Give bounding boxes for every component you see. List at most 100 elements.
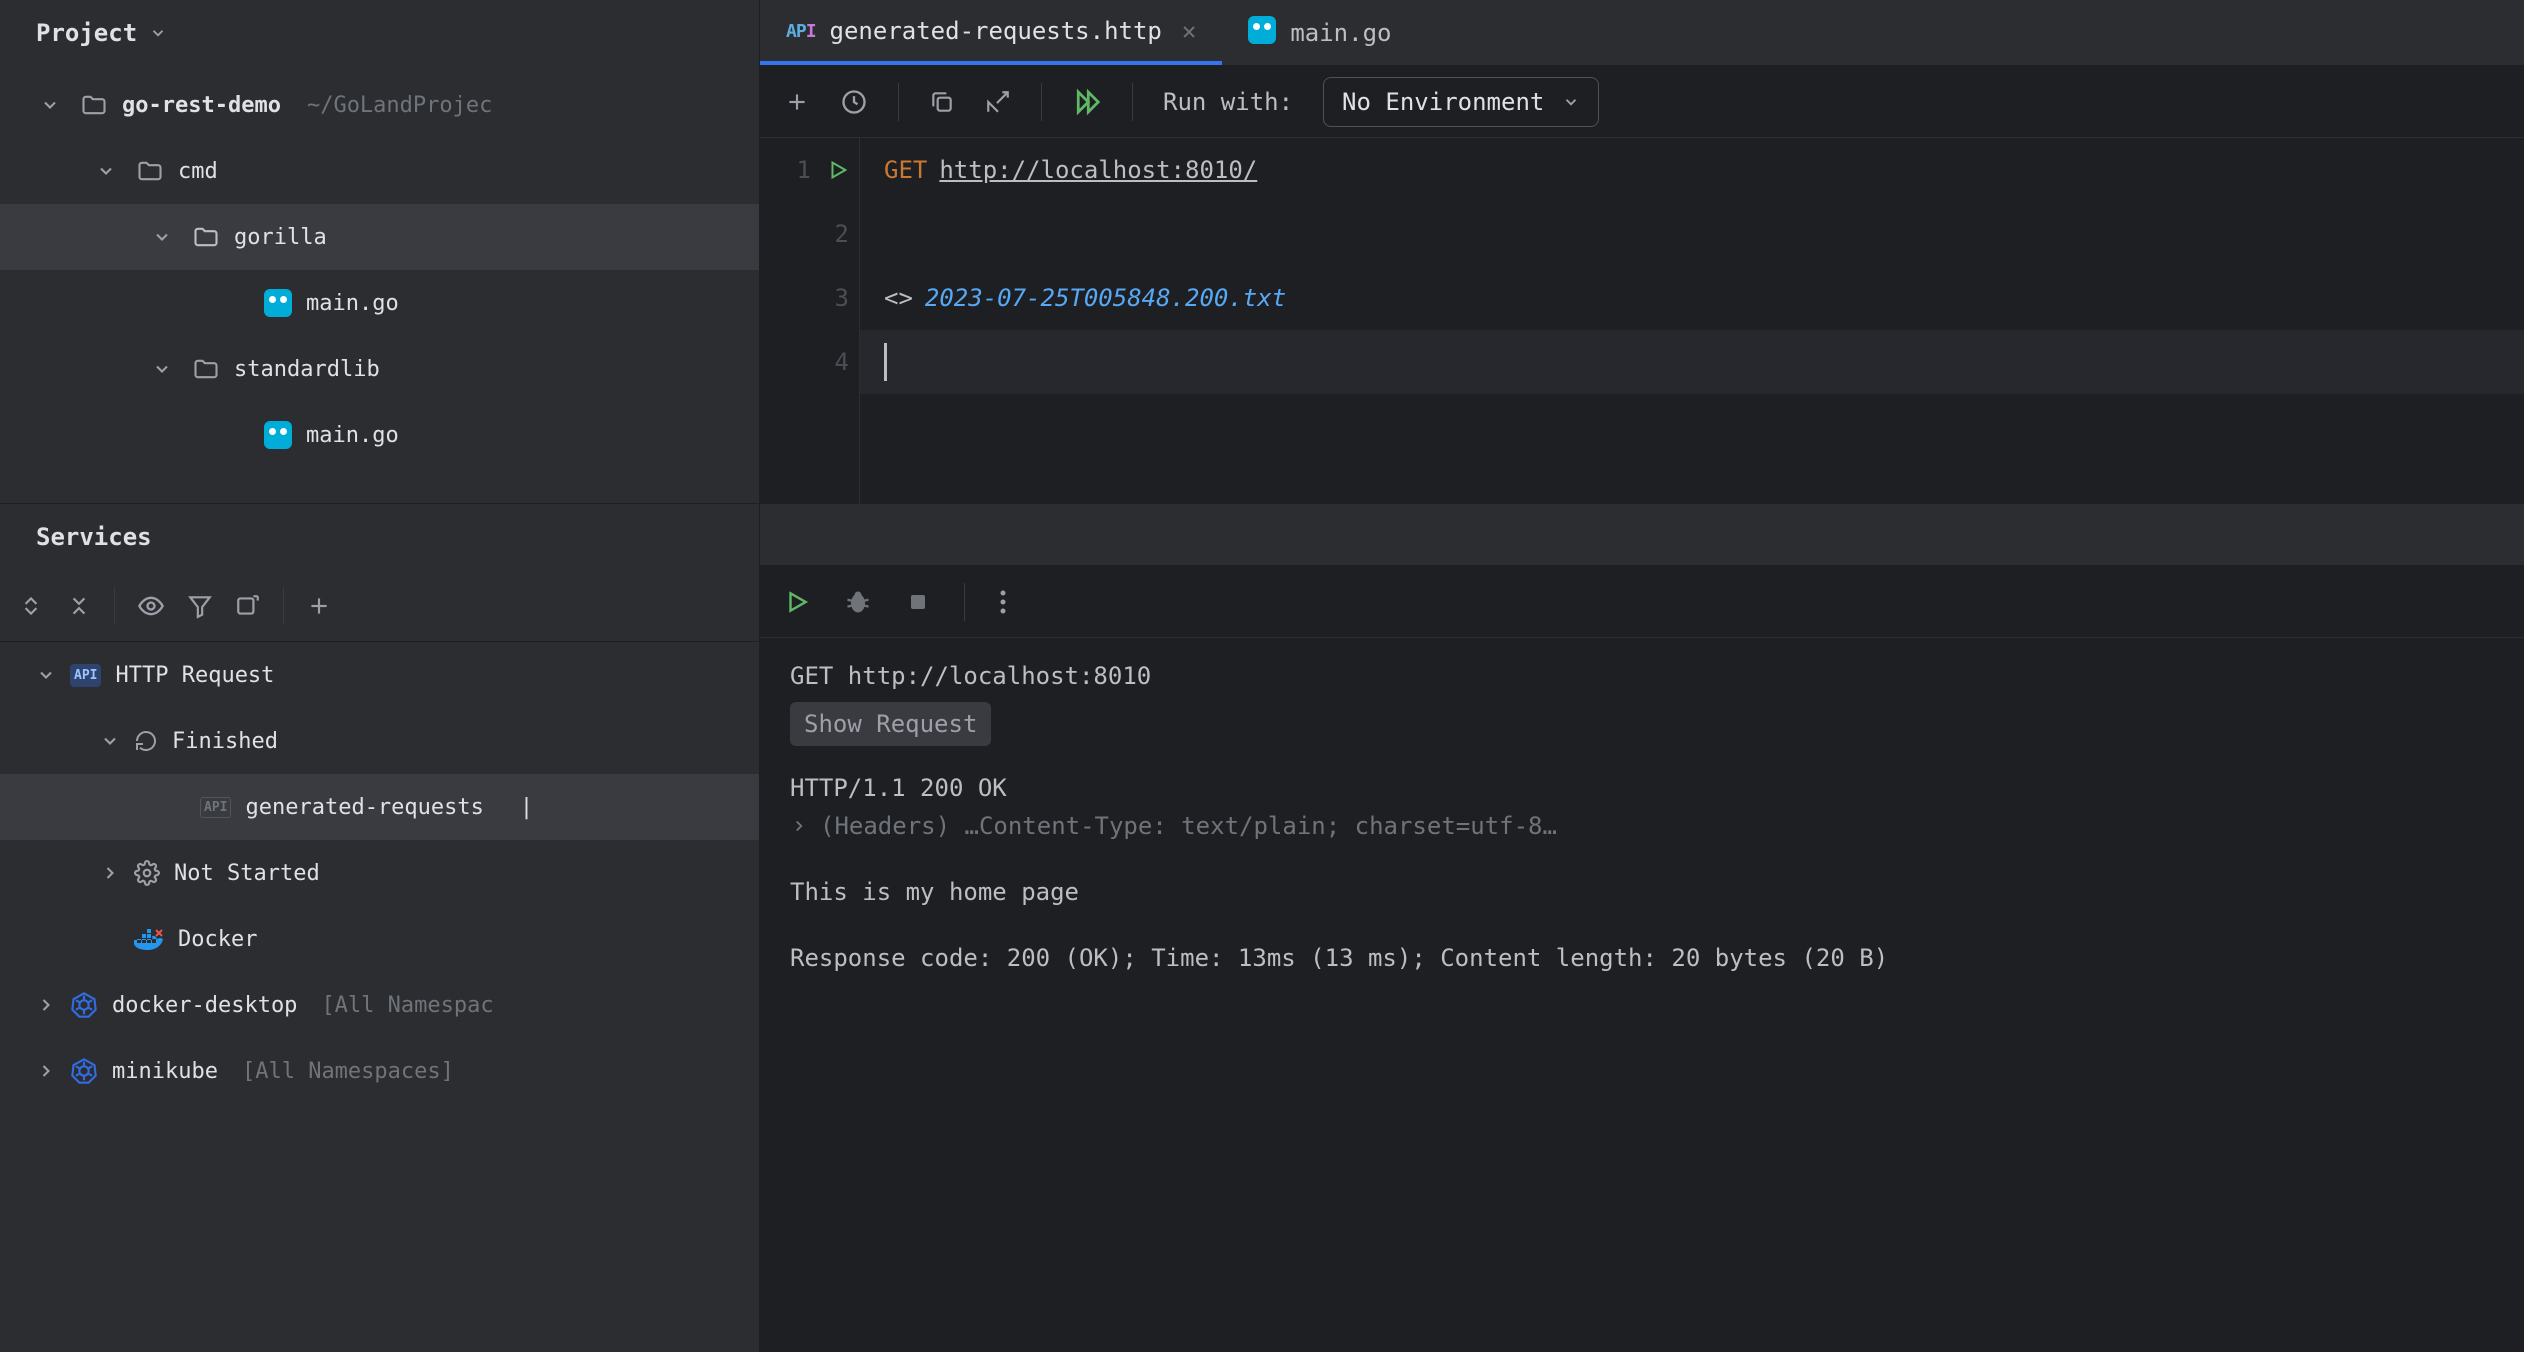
tree-label: gorilla (234, 225, 327, 250)
services-panel-header[interactable]: Services (0, 504, 759, 570)
response-status-line: HTTP/1.1 200 OK (790, 770, 2494, 806)
code-line-current[interactable] (860, 330, 2524, 394)
project-tree: go-rest-demo ~/GoLandProjec cmd gorilla … (0, 66, 759, 474)
chevron-right-icon (100, 863, 120, 883)
code-line[interactable] (860, 202, 2524, 266)
response-headers-line[interactable]: (Headers) …Content-Type: text/plain; cha… (790, 808, 2494, 844)
line-number: 4 (835, 348, 849, 376)
chevron-down-icon (40, 95, 66, 115)
services-panel-title: Services (36, 523, 152, 551)
tree-row-cmd[interactable]: cmd (0, 138, 759, 204)
go-file-icon (1248, 16, 1276, 50)
api-file-icon: API (786, 21, 816, 42)
close-icon[interactable]: ✕ (1182, 17, 1196, 45)
tab-label: main.go (1290, 19, 1391, 47)
svc-docker-desktop[interactable]: docker-desktop [All Namespac (0, 972, 759, 1038)
svc-generated-requests[interactable]: API generated-requests | (0, 774, 759, 840)
tab-generated-requests[interactable]: API generated-requests.http ✕ (760, 1, 1222, 65)
svc-label: HTTP Request (115, 663, 274, 688)
environment-select[interactable]: No Environment (1323, 77, 1599, 127)
copy-icon[interactable] (929, 89, 955, 115)
code-line[interactable]: GET http://localhost:8010/ (860, 138, 2524, 202)
code-lines: GET http://localhost:8010/ <> 2023-07-25… (860, 138, 2524, 504)
svc-docker[interactable]: Docker (0, 906, 759, 972)
project-panel-title: Project (36, 19, 137, 47)
show-request-button[interactable]: Show Request (790, 702, 991, 746)
chevron-down-icon (152, 227, 178, 247)
rerun-icon[interactable] (784, 589, 810, 615)
response-toolbar (760, 566, 2524, 638)
separator (898, 83, 899, 121)
environment-label: No Environment (1342, 88, 1544, 116)
response-body[interactable]: GET http://localhost:8010 Show Request H… (760, 638, 2524, 1352)
response-panel: GET http://localhost:8010 Show Request H… (760, 504, 2524, 1352)
editor-panel: API generated-requests.http ✕ main.go (760, 0, 2524, 504)
svc-finished[interactable]: Finished (0, 708, 759, 774)
tree-row-gorilla[interactable]: gorilla (0, 204, 759, 270)
chevron-right-icon (790, 817, 808, 835)
line-number: 1 (797, 156, 811, 184)
text-caret (884, 343, 887, 381)
tree-path-hint: ~/GoLandProjec (307, 93, 492, 118)
more-icon[interactable] (999, 588, 1007, 616)
add-service-icon[interactable] (306, 593, 332, 619)
svc-label: Finished (172, 729, 278, 754)
gear-icon (134, 860, 160, 886)
chevron-down-icon (36, 665, 56, 685)
tree-row-root[interactable]: go-rest-demo ~/GoLandProjec (0, 72, 759, 138)
response-request-line: GET http://localhost:8010 (790, 658, 2494, 694)
separator (114, 587, 115, 625)
line-number: 2 (835, 220, 849, 248)
project-panel-header[interactable]: Project (0, 0, 759, 66)
show-hidden-icon[interactable] (137, 592, 165, 620)
tree-row-gorilla-main[interactable]: main.go (0, 270, 759, 336)
selection-cursor: | (520, 795, 533, 820)
tree-label: cmd (178, 159, 218, 184)
separator (964, 583, 965, 621)
debug-icon[interactable] (844, 588, 872, 616)
editor-tabs: API generated-requests.http ✕ main.go (760, 0, 2524, 66)
folder-icon (190, 355, 222, 383)
add-icon[interactable] (784, 89, 810, 115)
svc-minikube[interactable]: minikube [All Namespaces] (0, 1038, 759, 1104)
response-summary: Response code: 200 (OK); Time: 13ms (13 … (790, 940, 2494, 976)
refresh-icon (134, 729, 158, 753)
response-filename: 2023-07-25T005848.200.txt (925, 284, 1286, 312)
response-marker: <> (884, 284, 913, 312)
run-all-icon[interactable] (1072, 87, 1102, 117)
svc-label: minikube (112, 1059, 218, 1084)
collapse-all-icon[interactable] (66, 593, 92, 619)
svc-label: Docker (178, 927, 257, 952)
history-icon[interactable] (840, 88, 868, 116)
run-with-label: Run with: (1163, 88, 1293, 116)
stop-icon[interactable] (906, 590, 930, 614)
gutter: 1 2 3 4 (760, 138, 860, 504)
chevron-right-icon (36, 1061, 56, 1081)
go-file-icon (262, 421, 294, 449)
folder-icon (78, 91, 110, 119)
tree-row-standardlib-main[interactable]: main.go (0, 402, 759, 468)
services-toolbar (0, 570, 759, 642)
svc-label: generated-requests (245, 795, 483, 820)
api-icon: API (70, 664, 101, 687)
tab-main-go[interactable]: main.go (1222, 1, 1417, 65)
tab-label: generated-requests.http (830, 17, 1162, 45)
tree-row-standardlib[interactable]: standardlib (0, 336, 759, 402)
svc-hint: [All Namespac (321, 993, 493, 1018)
folder-icon (190, 223, 222, 251)
svc-http-request[interactable]: API HTTP Request (0, 642, 759, 708)
code-line[interactable]: <> 2023-07-25T005848.200.txt (860, 266, 2524, 330)
svc-not-started[interactable]: Not Started (0, 840, 759, 906)
api-file-icon: API (200, 797, 231, 818)
chevron-right-icon (36, 995, 56, 1015)
separator (1132, 83, 1133, 121)
separator (1041, 83, 1042, 121)
code-editor[interactable]: 1 2 3 4 GET http://localhost:8010/ <> 20… (760, 138, 2524, 504)
filter-icon[interactable] (187, 593, 213, 619)
expand-all-icon[interactable] (18, 593, 44, 619)
group-by-icon[interactable] (235, 593, 261, 619)
run-gutter-icon[interactable] (827, 159, 849, 181)
kubernetes-icon (70, 1057, 98, 1085)
import-icon[interactable] (985, 89, 1011, 115)
http-method: GET (884, 156, 927, 184)
